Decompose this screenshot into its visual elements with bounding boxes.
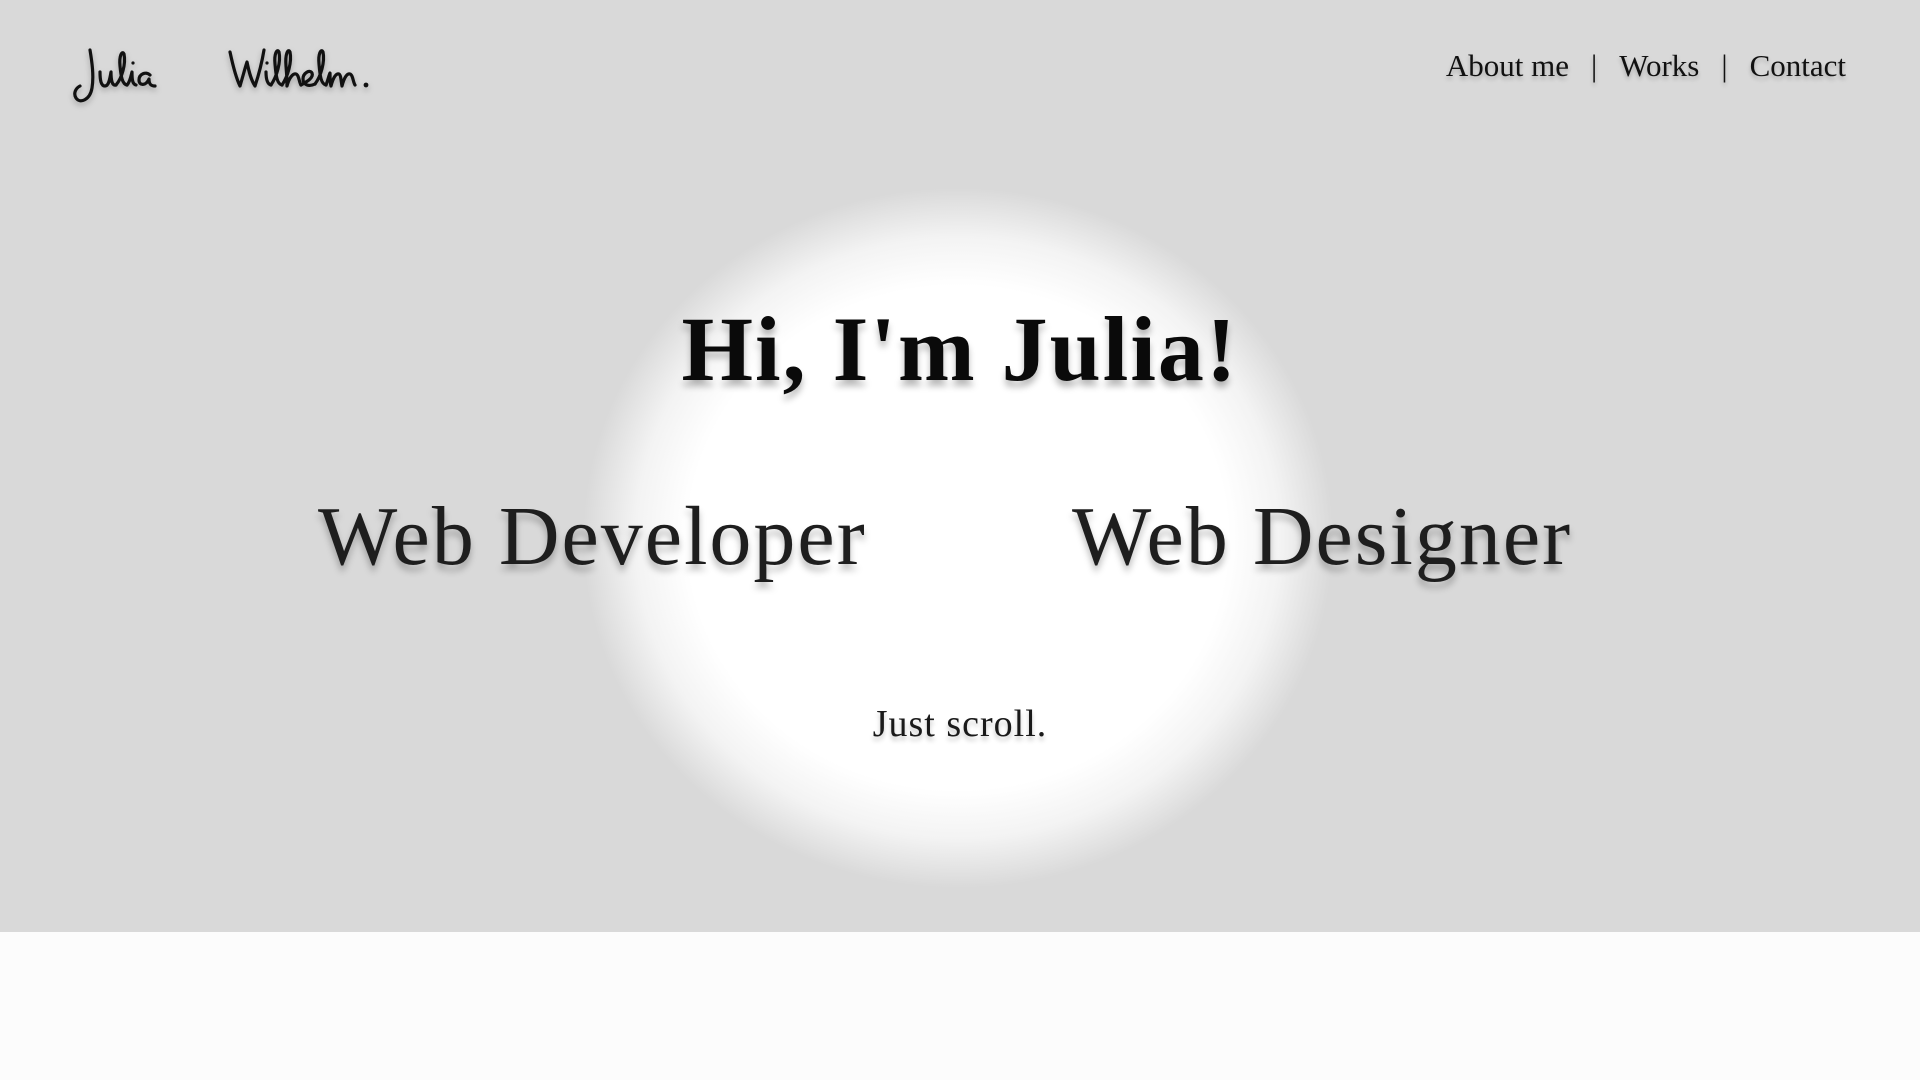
nav-separator: | [1721,48,1728,83]
role-web-developer: Web Developer [318,490,867,583]
main-nav: About me | Works | Contact [1446,48,1846,84]
hero-greeting: Hi, I'm Julia! [681,298,1239,400]
nav-works[interactable]: Works [1619,48,1699,84]
nav-about-me[interactable]: About me [1446,48,1569,84]
role-web-designer: Web Designer [1072,490,1573,583]
scroll-hint: Just scroll. [872,703,1048,745]
nav-contact[interactable]: Contact [1750,48,1846,84]
hero-section: About me | Works | Contact Hi, I'm Julia… [0,0,1920,932]
signature-logo[interactable] [70,42,410,112]
next-section [0,932,1920,1080]
nav-separator: | [1590,48,1598,83]
